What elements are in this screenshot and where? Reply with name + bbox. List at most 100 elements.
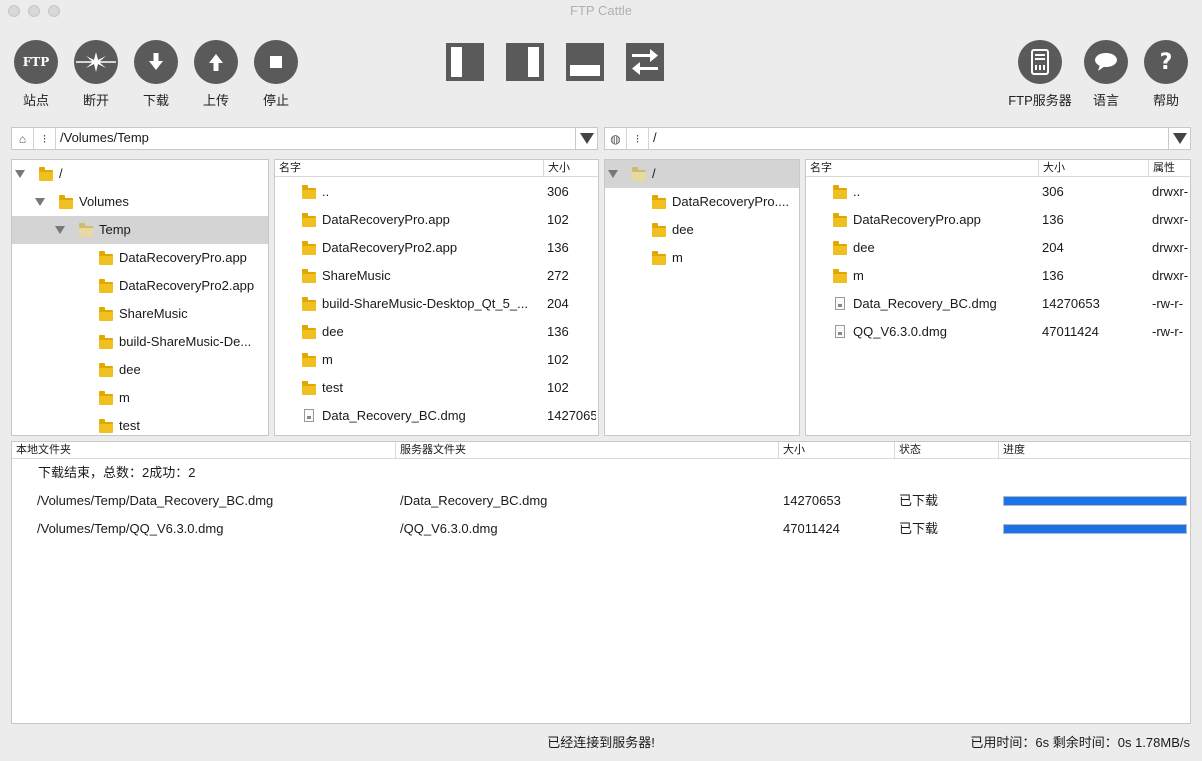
file-row[interactable]: .. 306 drwxr- [806, 178, 1190, 206]
zoom-window-button[interactable] [48, 5, 60, 17]
queue-server-header[interactable]: 服务器文件夹 [395, 442, 466, 458]
tree-toggle-icon[interactable]: ⁝ [627, 128, 649, 149]
queue-header: 本地文件夹 服务器文件夹 大小 状态 进度 [12, 442, 1190, 459]
file-row[interactable]: test 102 [275, 374, 598, 402]
local-path-input[interactable]: /Volumes/Temp [60, 130, 149, 145]
disclosure-triangle-icon[interactable] [35, 198, 45, 206]
download-button-label: 下载 [142, 93, 169, 108]
arrow-down-icon [134, 40, 178, 84]
file-row[interactable]: dee 136 [275, 318, 598, 346]
file-row[interactable]: .. 306 [275, 178, 598, 206]
home-icon[interactable]: ⌂ [12, 128, 34, 149]
file-size: 306 [1042, 184, 1064, 199]
queue-server-path: /Data_Recovery_BC.dmg [400, 493, 548, 508]
disclosure-triangle-icon[interactable] [15, 170, 25, 178]
tree-item-label: DataRecoveryPro2.app [119, 278, 255, 293]
queue-local-header[interactable]: 本地文件夹 [12, 442, 71, 458]
tree-item[interactable]: Temp [12, 216, 268, 244]
queue-row[interactable]: /Volumes/Temp/Data_Recovery_BC.dmg/Data_… [12, 487, 1190, 515]
file-row[interactable]: dee 204 drwxr- [806, 234, 1190, 262]
queue-row[interactable]: /Volumes/Temp/QQ_V6.3.0.dmg/QQ_V6.3.0.dm… [12, 515, 1190, 543]
minimize-window-button[interactable] [28, 5, 40, 17]
file-row[interactable]: m 102 [275, 346, 598, 374]
file-name: m [853, 268, 864, 283]
language-button[interactable]: 语言 [1076, 40, 1136, 109]
folder-icon [302, 381, 316, 395]
tree-item[interactable]: dee [605, 216, 799, 244]
queue-size-header[interactable]: 大小 [778, 442, 805, 458]
file-row[interactable]: Data_Recovery_BC.dmg 1427065 [275, 402, 598, 430]
file-row[interactable]: DataRecoveryPro.app 136 drwxr- [806, 206, 1190, 234]
local-path-dropdown[interactable] [575, 128, 597, 149]
swap-panes-button[interactable] [626, 43, 664, 81]
tree-item[interactable]: dee [12, 356, 268, 384]
tree-item[interactable]: test [12, 412, 268, 435]
transfer-stats: 已用时间：6s 剩余时间：0s 1.78MB/s [970, 735, 1190, 750]
layout-bottom-pane-button[interactable] [566, 43, 604, 81]
download-button[interactable]: 下载 [126, 40, 186, 109]
file-name: .. [853, 184, 861, 199]
queue-size: 14270653 [783, 493, 841, 508]
disclosure-triangle-icon[interactable] [55, 226, 65, 234]
disconnect-button-label: 断开 [82, 93, 109, 108]
column-size-header[interactable]: 大小 [543, 160, 570, 176]
ftp-server-button[interactable]: FTP服务器 [1008, 40, 1072, 109]
file-row[interactable]: DataRecoveryPro2.app 136 [275, 234, 598, 262]
folder-icon [833, 241, 847, 255]
folder-icon [833, 269, 847, 283]
layout-right-pane-button[interactable] [506, 43, 544, 81]
queue-status-header[interactable]: 状态 [894, 442, 921, 458]
site-button[interactable]: FTP 站点 [6, 40, 66, 109]
help-button[interactable]: ? 帮助 [1136, 40, 1196, 109]
folder-icon [652, 251, 666, 265]
file-size: 102 [547, 212, 569, 227]
local-file-list: 名字 大小 .. 306 DataRecoveryPro.app 102 DataRec… [274, 159, 599, 436]
column-name-header[interactable]: 名字 [275, 160, 301, 176]
tree-item[interactable]: m [12, 384, 268, 412]
file-row[interactable]: build-ShareMusic-Desktop_Qt_5_... 204 [275, 290, 598, 318]
file-name: .. [322, 184, 330, 199]
file-row[interactable]: Data_Recovery_BC.dmg 14270653 -rw-r- [806, 290, 1190, 318]
remote-path-input[interactable]: / [653, 130, 657, 145]
file-row[interactable]: QQ_V6.3.0.dmg 47011424 -rw-r- [806, 318, 1190, 346]
disclosure-triangle-icon[interactable] [608, 170, 618, 178]
column-attr-header[interactable]: 属性 [1148, 160, 1175, 176]
globe-icon[interactable]: ◍ [605, 128, 627, 149]
tree-item[interactable]: / [605, 160, 799, 188]
tree-toggle-icon[interactable]: ⁝ [34, 128, 56, 149]
file-row[interactable]: ShareMusic 272 [275, 262, 598, 290]
column-size-header[interactable]: 大小 [1038, 160, 1065, 176]
triangle-down-icon [579, 133, 594, 144]
remote-file-list: 名字 大小 属性 .. 306 drwxr- DataRecoveryPro.app 1… [805, 159, 1191, 436]
site-button-label: 站点 [22, 93, 49, 108]
folder-icon [302, 353, 316, 367]
file-attributes: -rw-r- [1152, 296, 1184, 311]
remote-path-dropdown[interactable] [1168, 128, 1190, 149]
file-size: 47011424 [1042, 324, 1099, 339]
stop-button[interactable]: 停止 [246, 40, 306, 109]
tree-item[interactable]: Volumes [12, 188, 268, 216]
tree-item[interactable]: m [605, 244, 799, 272]
disconnect-button[interactable]: 断开 [66, 40, 126, 109]
folder-icon [302, 297, 316, 311]
folder-icon [652, 195, 666, 209]
close-window-button[interactable] [8, 5, 20, 17]
tree-item[interactable]: DataRecoveryPro.app [12, 244, 268, 272]
tree-item[interactable]: / [12, 160, 268, 188]
file-row[interactable]: m 136 drwxr- [806, 262, 1190, 290]
file-name: m [322, 352, 333, 367]
tree-item[interactable]: DataRecoveryPro2.app [12, 272, 268, 300]
triangle-down-icon [1172, 133, 1187, 144]
tree-item[interactable]: ShareMusic [12, 300, 268, 328]
file-name: dee [322, 324, 344, 339]
file-row[interactable]: DataRecoveryPro.app 102 [275, 206, 598, 234]
tree-item-label: dee [672, 222, 694, 237]
tree-item-label: m [119, 390, 130, 405]
column-name-header[interactable]: 名字 [806, 160, 832, 176]
tree-item[interactable]: build-ShareMusic-De... [12, 328, 268, 356]
queue-progress-header[interactable]: 进度 [998, 442, 1025, 458]
upload-button[interactable]: 上传 [186, 40, 246, 109]
tree-item[interactable]: DataRecoveryPro.... [605, 188, 799, 216]
layout-left-pane-button[interactable] [446, 43, 484, 81]
layout-left-icon [446, 43, 484, 81]
